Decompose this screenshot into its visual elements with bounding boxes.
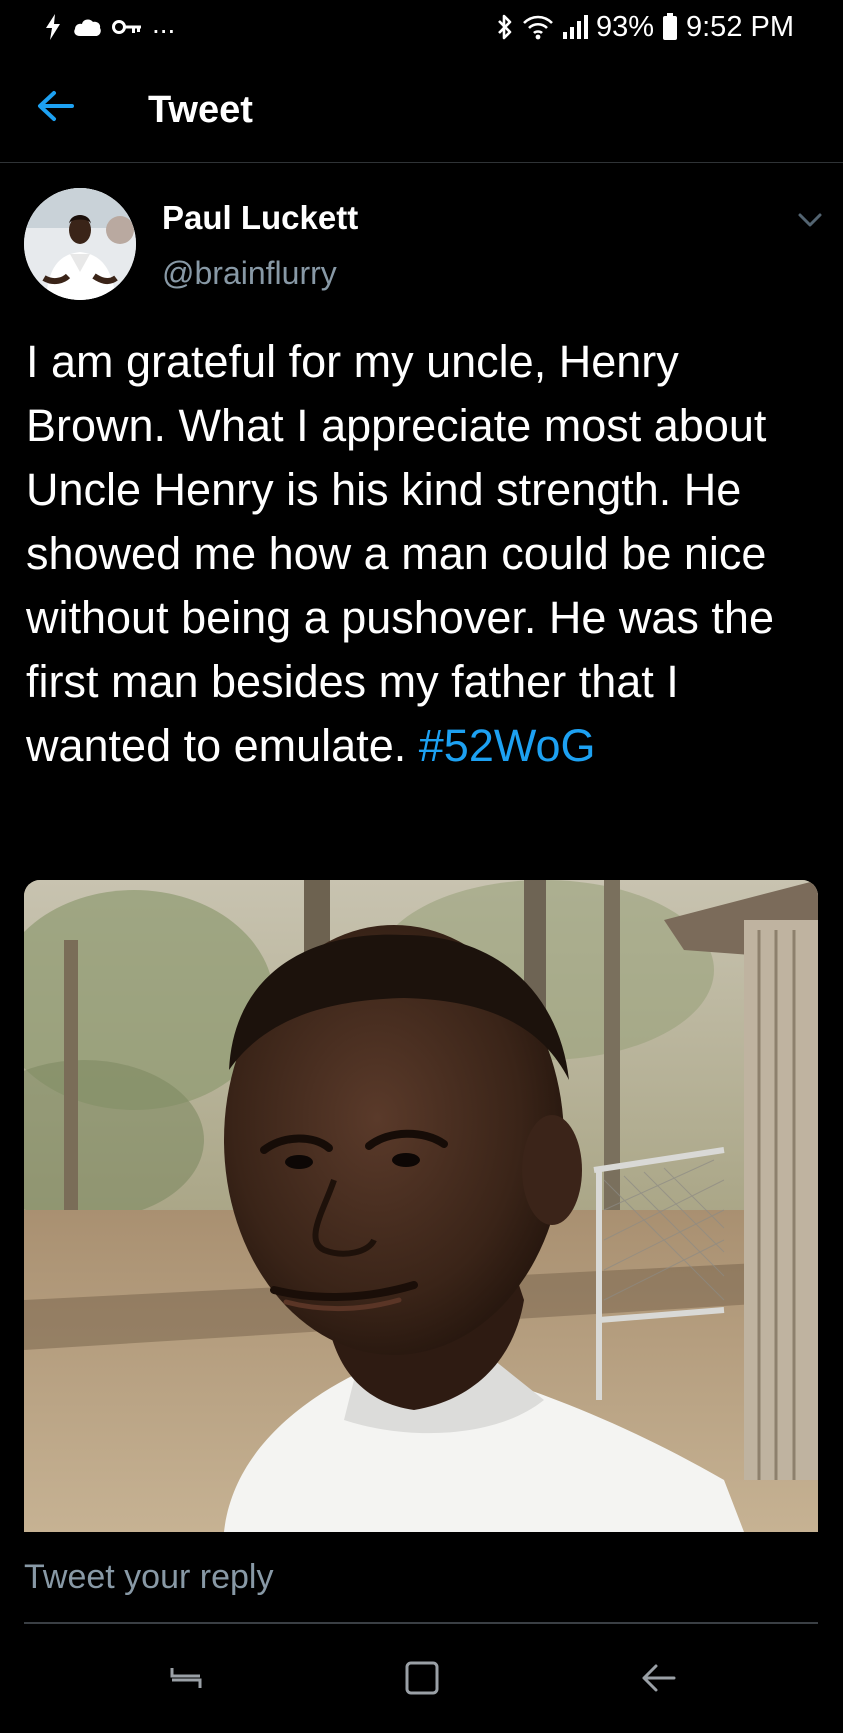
recents-icon: [168, 1662, 204, 1699]
reply-bar: [0, 1532, 843, 1624]
key-icon: [112, 18, 142, 36]
chevron-down-icon: [796, 213, 824, 234]
back-button[interactable]: [32, 84, 80, 132]
system-nav-bar: [0, 1624, 843, 1733]
author-name[interactable]: Paul Luckett: [162, 198, 358, 238]
back-icon: [640, 1662, 676, 1699]
tweet-body: I am grateful for my uncle, Henry Brown.…: [26, 336, 774, 771]
wifi-icon: [522, 14, 554, 40]
photo-image: [24, 880, 818, 1532]
system-back-button[interactable]: [638, 1660, 678, 1700]
avatar-image: [24, 188, 136, 300]
tweet-text: I am grateful for my uncle, Henry Brown.…: [26, 330, 826, 778]
bluetooth-icon: [496, 13, 514, 41]
tweet-photo[interactable]: [24, 880, 818, 1532]
home-icon: [404, 1660, 440, 1701]
page-title: Tweet: [148, 89, 253, 131]
bolt-icon: [44, 14, 62, 40]
reply-input[interactable]: [24, 1532, 818, 1624]
battery-percent: 93%: [595, 10, 654, 43]
cloud-icon: [72, 16, 102, 38]
recents-button[interactable]: [166, 1660, 206, 1700]
hashtag-link[interactable]: #52WoG: [419, 720, 596, 771]
status-left-icons: ...: [44, 10, 175, 44]
clock: 9:52 PM: [686, 10, 794, 43]
status-ellipsis: ...: [152, 8, 176, 39]
home-button[interactable]: [402, 1660, 442, 1700]
top-nav: Tweet: [0, 56, 843, 163]
tweet-menu-button[interactable]: [796, 210, 824, 230]
arrow-left-icon: [36, 90, 76, 127]
author-handle[interactable]: @brainflurry: [162, 253, 337, 293]
status-bar: ... 93% 9:52 PM: [0, 0, 843, 56]
status-right: 93% 9:52 PM: [496, 10, 794, 44]
battery-icon: [662, 13, 678, 41]
signal-icon: [562, 14, 588, 40]
avatar[interactable]: [24, 188, 136, 300]
